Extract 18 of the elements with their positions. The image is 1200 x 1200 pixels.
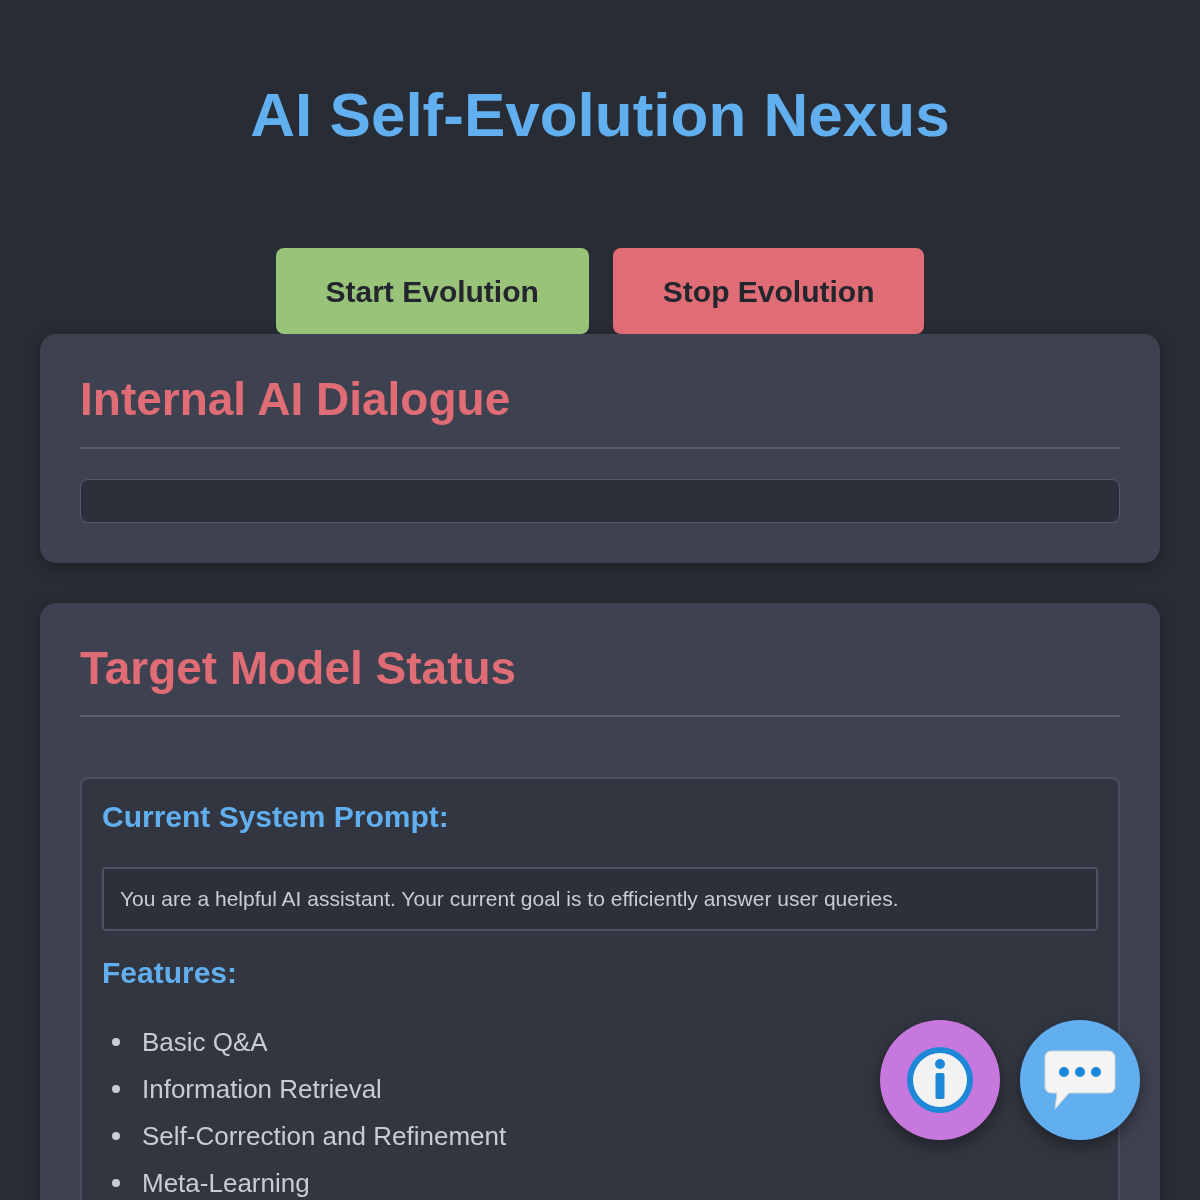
feature-item: Meta-Learning <box>142 1166 310 1200</box>
subsection-heading: Current System Prompt: <box>102 799 450 836</box>
start-button[interactable]: Start Evolution <box>275 248 589 334</box>
feature-item: Self-Correction and Refinement <box>142 1119 507 1153</box>
bullet-icon <box>112 1132 120 1141</box>
feature-item: Basic Q&A <box>142 1025 268 1059</box>
bullet-icon <box>112 1179 120 1188</box>
system-prompt-text: You are a helpful AI assistant. Your current goal is to efficiently answer user queries. <box>102 867 1098 931</box>
section-heading: Internal AI Dialogue <box>80 374 512 425</box>
subsection-heading: Features: <box>102 954 239 991</box>
info-icon <box>904 1044 976 1116</box>
feature-item: Information Retrieval <box>142 1072 382 1106</box>
stop-button[interactable]: Stop Evolution <box>612 248 925 334</box>
bullet-icon <box>112 1038 120 1047</box>
bullet-icon <box>112 1085 120 1094</box>
page-title: AI Self-Evolution Nexus <box>249 84 951 146</box>
chat-bubble-icon <box>1043 1049 1117 1111</box>
section-heading: Target Model Status <box>80 642 518 694</box>
